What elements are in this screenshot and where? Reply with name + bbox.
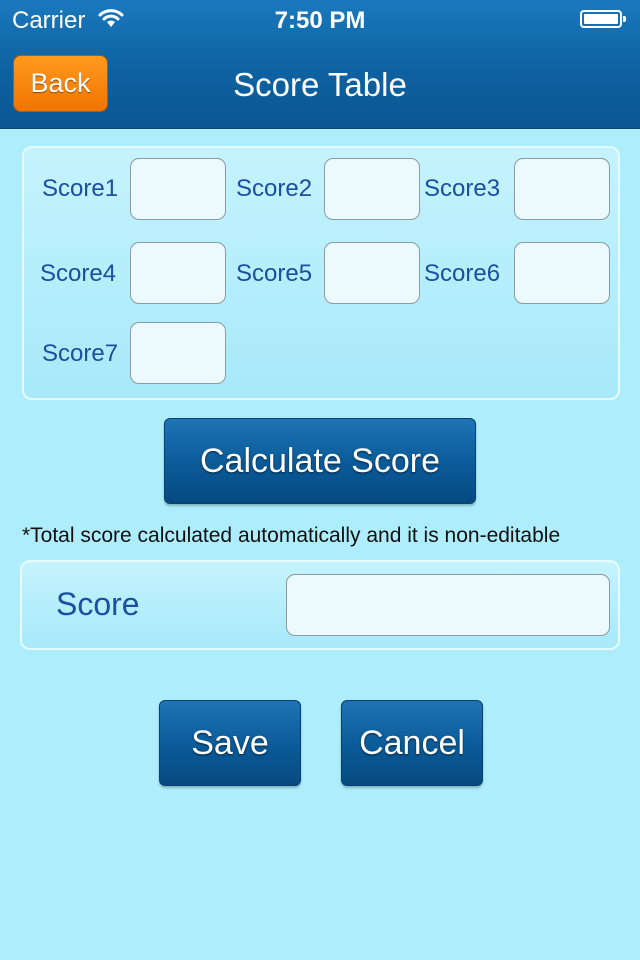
score3-label: Score3 bbox=[424, 175, 501, 202]
score7-input[interactable] bbox=[130, 322, 226, 384]
battery-icon bbox=[580, 10, 626, 28]
score4-input[interactable] bbox=[130, 242, 226, 304]
score4-label: Score4 bbox=[40, 260, 117, 287]
total-score-field bbox=[286, 574, 610, 636]
score5-label: Score5 bbox=[236, 260, 313, 287]
save-button[interactable]: Save bbox=[159, 700, 301, 786]
score2-input[interactable] bbox=[324, 158, 420, 220]
score6-label: Score6 bbox=[424, 260, 501, 287]
total-score-label: Score bbox=[56, 586, 140, 622]
cancel-button[interactable]: Cancel bbox=[341, 700, 483, 786]
score3-input[interactable] bbox=[514, 158, 610, 220]
score6-input[interactable] bbox=[514, 242, 610, 304]
page-title: Score Table bbox=[233, 66, 407, 103]
status-bar: Carrier 7:50 PM bbox=[0, 0, 640, 40]
navigation-bar: Carrier 7:50 PM Back Score Table bbox=[0, 0, 640, 129]
total-score-note: *Total score calculated automatically an… bbox=[22, 524, 561, 547]
score1-input[interactable] bbox=[130, 158, 226, 220]
score7-label: Score7 bbox=[42, 340, 119, 367]
calculate-score-button[interactable]: Calculate Score bbox=[164, 418, 476, 504]
status-time: 7:50 PM bbox=[274, 7, 366, 34]
score1-label: Score1 bbox=[42, 175, 119, 202]
score5-input[interactable] bbox=[324, 242, 420, 304]
score2-label: Score2 bbox=[236, 175, 313, 202]
